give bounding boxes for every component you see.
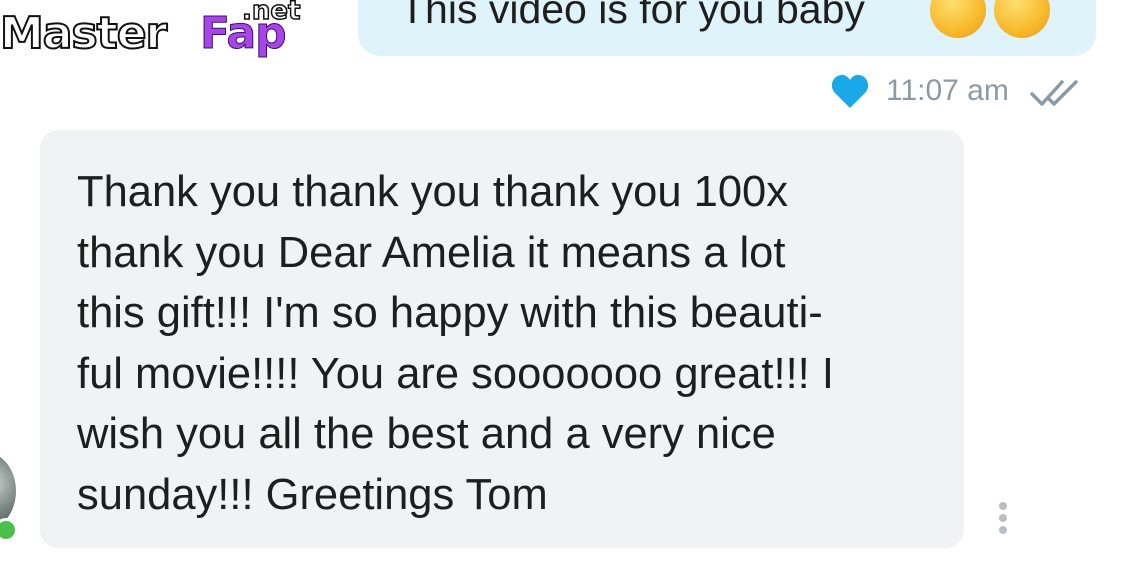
watermark-logo: Master Fap .net — [0, 0, 310, 80]
chat-screen: Master Fap .net This video is for you ba… — [0, 0, 1144, 563]
received-message-text: Thank you thank you thank you 100x thank… — [77, 168, 834, 519]
message-meta-row: 11:07 am — [830, 70, 1100, 114]
watermark-net-text: .net — [241, 0, 301, 27]
sent-message-bubble[interactable]: This video is for you baby — [358, 0, 1096, 56]
tongue-out-emoji-icon — [930, 0, 986, 38]
message-time: 11:07 am — [886, 74, 1009, 107]
more-options-icon[interactable] — [990, 498, 1016, 538]
watermark-master-text: Master — [0, 7, 168, 60]
grinning-emoji-icon — [994, 0, 1050, 38]
online-status-indicator — [0, 518, 18, 542]
received-message-bubble[interactable]: Thank you thank you thank you 100x thank… — [40, 130, 964, 548]
sent-message-text: This video is for you baby — [400, 0, 865, 32]
heart-icon[interactable] — [830, 72, 870, 110]
double-check-icon — [1030, 80, 1078, 106]
